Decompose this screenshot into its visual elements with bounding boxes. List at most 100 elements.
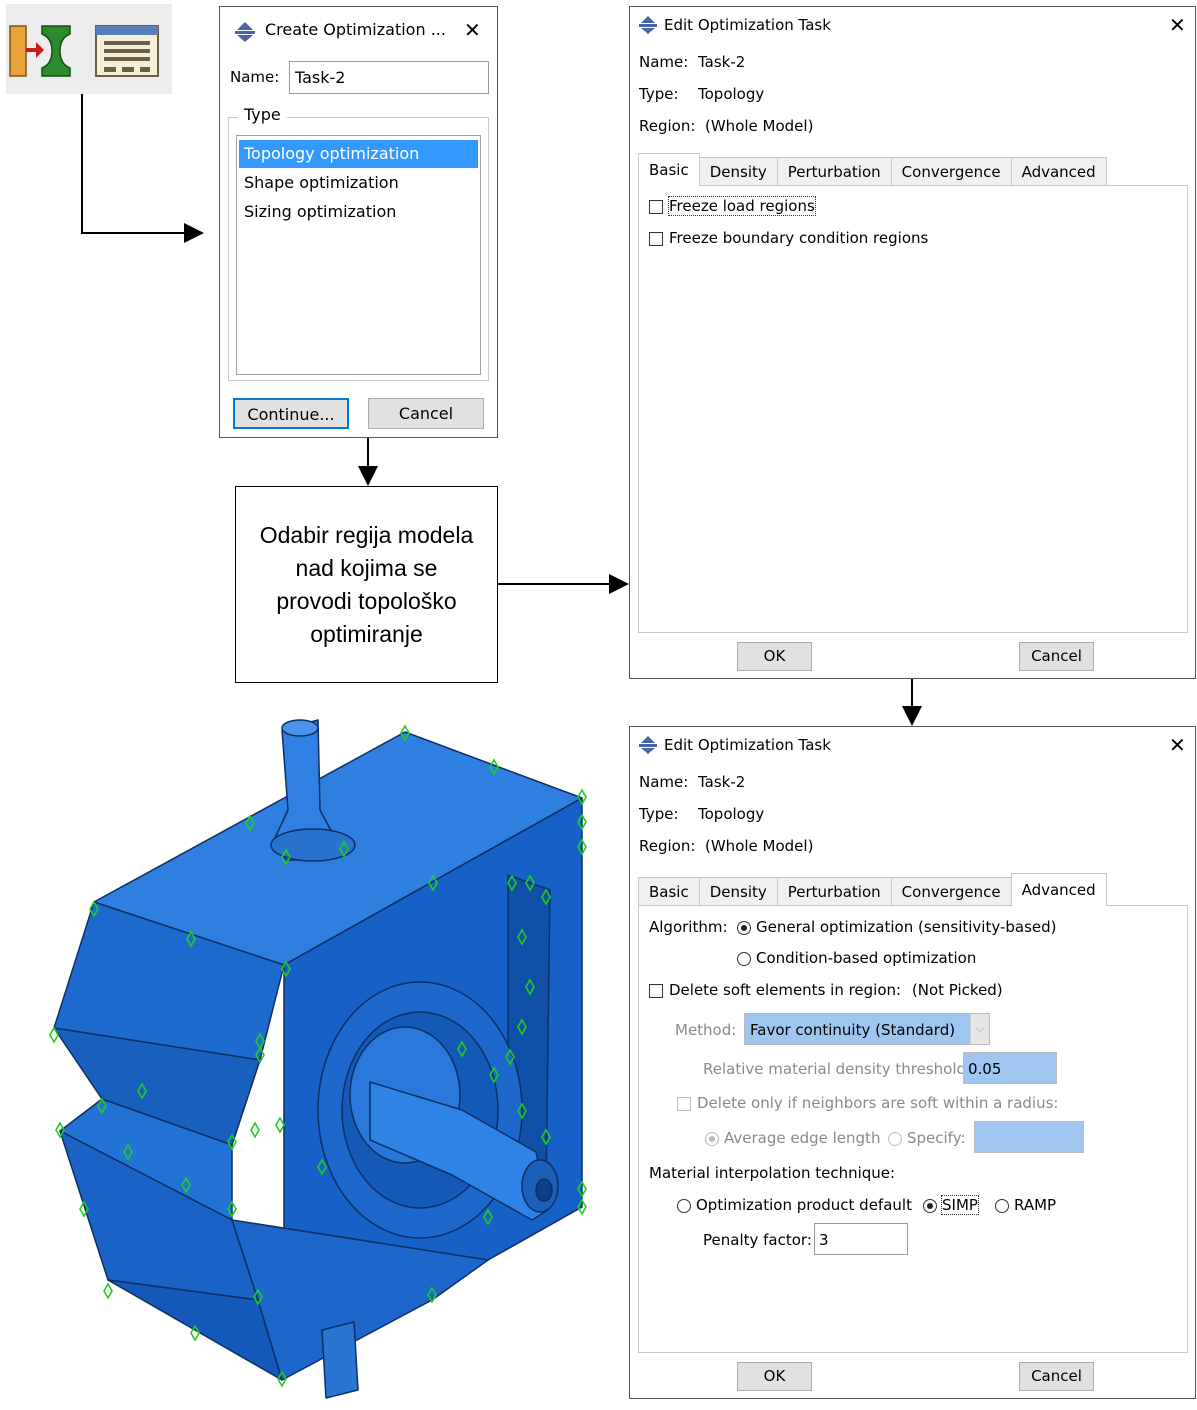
- radio-button[interactable]: [705, 1131, 719, 1146]
- tab-bar: Basic Density Perturbation Convergence A…: [638, 873, 1107, 906]
- threshold-input[interactable]: 0.05: [963, 1052, 1057, 1084]
- tab-density[interactable]: Density: [698, 157, 778, 186]
- name-value: Task-2: [698, 773, 746, 791]
- option-label: Condition-based optimization: [756, 949, 977, 967]
- region-value: (Whole Model): [705, 117, 814, 135]
- note-line: nad kojima se: [295, 555, 438, 581]
- shaft-bore: [535, 1178, 553, 1202]
- type-item-sizing[interactable]: Sizing optimization: [239, 198, 478, 226]
- type-list[interactable]: Topology optimization Shape optimization…: [236, 135, 481, 375]
- ok-button[interactable]: OK: [737, 1362, 812, 1391]
- type-label: Type:: [639, 85, 679, 103]
- chevron-down-icon[interactable]: ⌵: [970, 1014, 989, 1044]
- tab-perturbation[interactable]: Perturbation: [776, 877, 892, 906]
- arrow-toolbar-to-create: [81, 94, 204, 243]
- threshold-label: Relative material density threshold:: [703, 1060, 972, 1078]
- interp-option-default[interactable]: Optimization product default: [677, 1196, 912, 1214]
- type-item-topology[interactable]: Topology optimization: [239, 140, 478, 168]
- radio-button[interactable]: [888, 1131, 902, 1146]
- type-item-shape[interactable]: Shape optimization: [239, 169, 478, 197]
- close-icon[interactable]: ✕: [1169, 735, 1186, 755]
- radio-button[interactable]: [923, 1198, 937, 1213]
- interp-option-ramp[interactable]: RAMP: [995, 1196, 1056, 1214]
- tab-convergence[interactable]: Convergence: [890, 157, 1012, 186]
- method-value: Favor continuity (Standard): [750, 1021, 956, 1039]
- option-label: Average edge length: [724, 1129, 881, 1147]
- type-value: Topology: [698, 85, 765, 103]
- radio-button[interactable]: [737, 951, 751, 966]
- model-viewport[interactable]: [0, 690, 610, 1410]
- name-input[interactable]: Task-2: [289, 61, 489, 94]
- region-value: (Whole Model): [705, 837, 814, 855]
- close-icon[interactable]: ✕: [464, 20, 481, 40]
- cancel-button[interactable]: Cancel: [368, 398, 484, 429]
- option-label: Freeze load regions: [668, 196, 816, 216]
- penalty-input[interactable]: 3: [814, 1223, 908, 1255]
- tab-advanced[interactable]: Advanced: [1010, 873, 1107, 906]
- option-label: Freeze boundary condition regions: [669, 229, 929, 247]
- tab-basic[interactable]: Basic: [638, 877, 700, 906]
- option-label: SIMP: [941, 1195, 979, 1215]
- edit-optimization-task-dialog-basic: Edit Optimization Task ✕ Name: Task-2 Ty…: [629, 6, 1196, 679]
- freeze-load-regions-option[interactable]: Freeze load regions: [649, 196, 816, 216]
- option-label: Specify:: [907, 1129, 966, 1147]
- option-label: Delete soft elements in region:: [669, 981, 902, 999]
- option-label: RAMP: [1014, 1196, 1057, 1214]
- radius-option-specify[interactable]: Specify:: [888, 1129, 966, 1147]
- tab-convergence[interactable]: Convergence: [890, 877, 1012, 906]
- edit-optimization-task-dialog-advanced: Edit Optimization Task ✕ Name: Task-2 Ty…: [629, 726, 1196, 1399]
- tab-bar: Basic Density Perturbation Convergence A…: [638, 153, 1107, 186]
- type-group-label: Type: [238, 105, 287, 124]
- name-label: Name:: [639, 53, 689, 71]
- region-label: Region:: [639, 117, 696, 135]
- tab-density[interactable]: Density: [698, 877, 778, 906]
- radio-button[interactable]: [737, 920, 751, 935]
- radio-button[interactable]: [995, 1198, 1009, 1213]
- checkbox[interactable]: [649, 231, 663, 246]
- annotation-note: Odabir regija modela nad kojima se provo…: [235, 486, 498, 683]
- type-value: Topology: [698, 805, 765, 823]
- interp-option-simp[interactable]: SIMP: [923, 1195, 979, 1215]
- freeze-bc-regions-option[interactable]: Freeze boundary condition regions: [649, 229, 928, 247]
- option-label: General optimization (sensitivity-based): [756, 918, 1057, 936]
- radius-option-average[interactable]: Average edge length: [705, 1129, 880, 1147]
- top-nozzle-cap: [281, 719, 319, 737]
- delete-soft-elements-option[interactable]: Delete soft elements in region: (Not Pic…: [649, 981, 1003, 999]
- abaqus-app-icon: [639, 736, 657, 754]
- tab-perturbation[interactable]: Perturbation: [776, 157, 892, 186]
- cancel-button[interactable]: Cancel: [1019, 1362, 1094, 1391]
- type-label: Type:: [639, 805, 679, 823]
- note-line: Odabir regija modela: [259, 522, 474, 548]
- abaqus-app-icon: [235, 22, 255, 42]
- radio-button[interactable]: [677, 1198, 691, 1213]
- option-label: Optimization product default: [696, 1196, 912, 1214]
- checkbox[interactable]: [649, 199, 663, 214]
- tab-panel-basic: Freeze load regions Freeze boundary cond…: [638, 185, 1188, 633]
- close-icon[interactable]: ✕: [1169, 15, 1186, 35]
- dialog-title: Edit Optimization Task: [664, 736, 831, 754]
- housing-model: [53, 719, 583, 1399]
- dialog-title: Create Optimization ...: [265, 20, 446, 39]
- interpolation-label: Material interpolation technique:: [649, 1164, 896, 1182]
- algorithm-label: Algorithm:: [649, 918, 728, 936]
- neighbors-soft-option[interactable]: Delete only if neighbors are soft within…: [677, 1094, 1058, 1112]
- cancel-button[interactable]: Cancel: [1019, 642, 1094, 671]
- algorithm-option-condition[interactable]: Condition-based optimization: [737, 949, 976, 967]
- method-select[interactable]: Favor continuity (Standard) ⌵: [744, 1013, 990, 1045]
- continue-button[interactable]: Continue...: [233, 398, 349, 429]
- checkbox[interactable]: [649, 983, 663, 998]
- ok-button[interactable]: OK: [737, 642, 812, 671]
- algorithm-option-general[interactable]: General optimization (sensitivity-based): [737, 918, 1057, 936]
- region-picked-value: (Not Picked): [911, 981, 1003, 999]
- bottom-nozzle: [321, 1321, 359, 1399]
- name-label: Name:: [230, 68, 280, 86]
- tab-basic[interactable]: Basic: [638, 153, 700, 186]
- checkbox[interactable]: [677, 1096, 691, 1111]
- penalty-label: Penalty factor:: [703, 1231, 812, 1249]
- option-label: Delete only if neighbors are soft within…: [697, 1094, 1059, 1112]
- tab-advanced[interactable]: Advanced: [1010, 157, 1107, 186]
- create-optimization-dialog: Create Optimization ... ✕ Name: Task-2 T…: [219, 6, 498, 438]
- dialog-title: Edit Optimization Task: [664, 16, 831, 34]
- name-label: Name:: [639, 773, 689, 791]
- radius-specify-input[interactable]: [974, 1121, 1084, 1153]
